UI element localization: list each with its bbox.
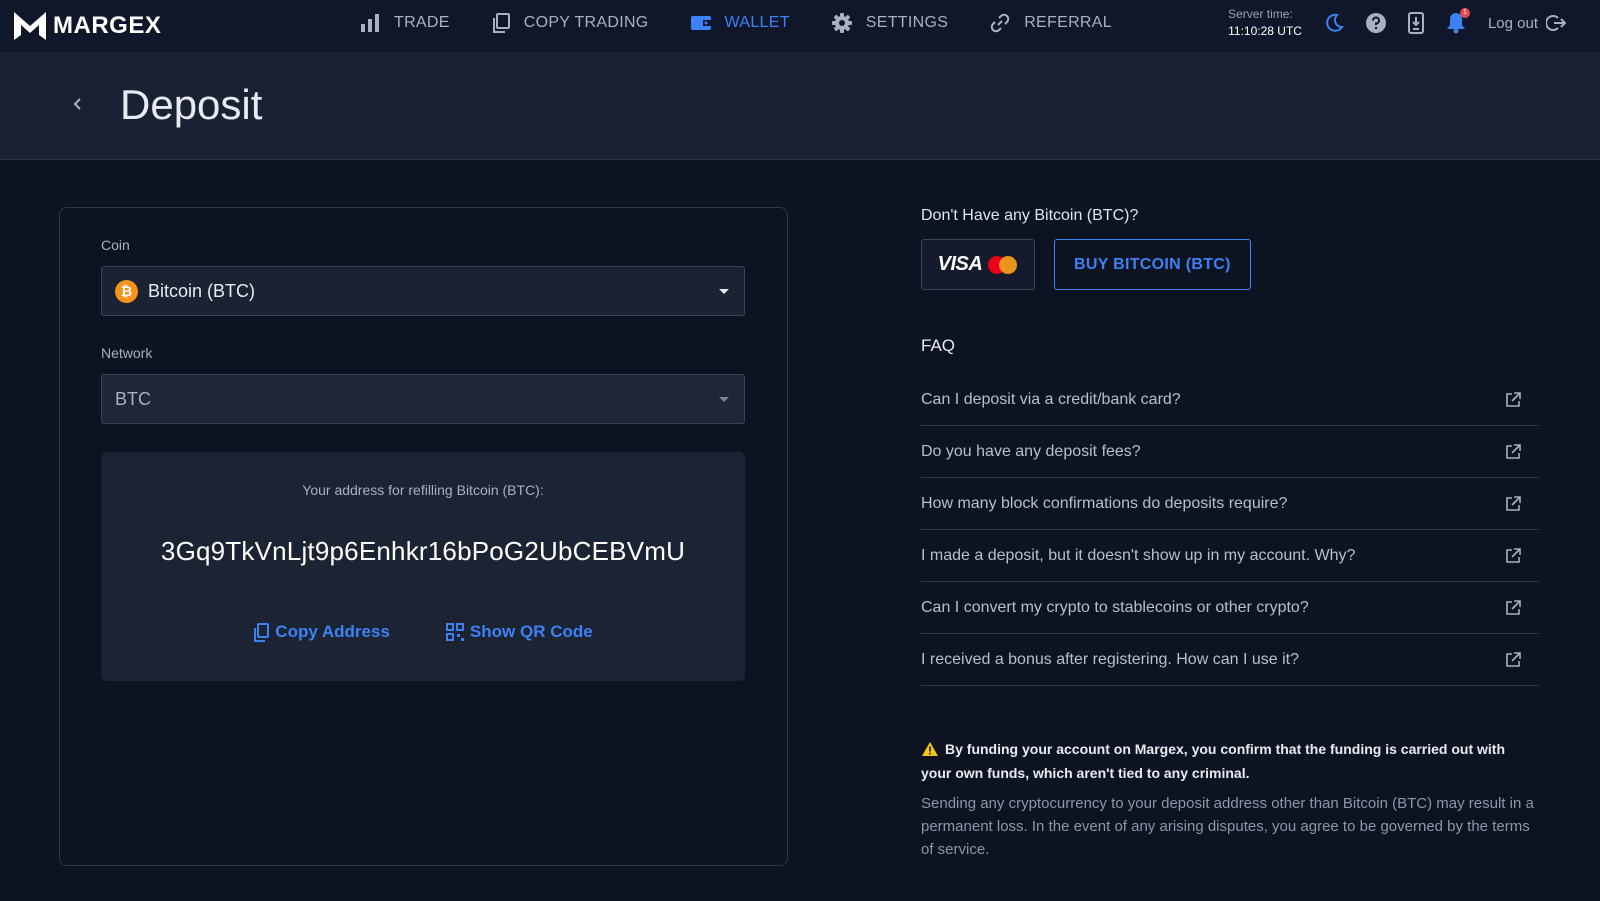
deposit-address-box: Your address for refilling Bitcoin (BTC)… (101, 452, 745, 681)
external-link-icon (1506, 651, 1521, 667)
payment-row: VISA BUY BITCOIN (BTC) (921, 239, 1539, 290)
external-link-icon (1506, 443, 1521, 459)
external-link-icon (1506, 391, 1521, 407)
faq-title: FAQ (921, 336, 956, 355)
nav-label: COPY TRADING (523, 14, 649, 31)
nav-item-wallet[interactable]: WALLET (690, 14, 790, 32)
address-label: Your address for refilling Bitcoin (BTC)… (302, 482, 544, 498)
top-right-controls: Server time: 11:10:28 UTC 1 Log out (1228, 0, 1600, 46)
buy-bitcoin-button[interactable]: BUY BITCOIN (BTC) (1054, 239, 1251, 290)
logo-text: MARGEX (53, 12, 162, 39)
coin-select-value: Bitcoin (BTC) (148, 280, 256, 301)
network-select-value: BTC (115, 388, 151, 409)
chevron-down-icon (719, 397, 729, 402)
mobile-app-button[interactable] (1407, 12, 1424, 34)
nav-label: TRADE (394, 14, 450, 31)
notification-badge: 1 (1459, 8, 1470, 18)
buy-section-title: Don't Have any Bitcoin (BTC)? (921, 207, 1139, 224)
notifications-button[interactable]: 1 (1446, 8, 1470, 34)
server-time-label: Server time: (1228, 7, 1293, 21)
mastercard-logo (988, 255, 1018, 275)
help-icon (1365, 13, 1386, 33)
faq-question: How many block confirmations do deposits… (921, 494, 1288, 512)
nav-label: REFERRAL (1024, 14, 1112, 31)
phone-download-icon (1407, 12, 1424, 34)
visa-logo: VISA (937, 253, 983, 275)
chevron-left-icon (73, 98, 81, 110)
deposit-card: Coin ₿ Bitcoin (BTC) Network BTC Your ad… (59, 207, 788, 866)
page-title: Deposit (120, 81, 263, 128)
page-header: Deposit (0, 53, 1600, 160)
address-actions: Copy Address Show QR Code (101, 622, 745, 642)
notice-warning: By funding your account on Margex, you c… (921, 737, 1539, 785)
nav-item-copy-trading[interactable]: COPY TRADING (492, 13, 649, 33)
nav-item-settings[interactable]: SETTINGS (831, 13, 949, 33)
faq-item[interactable]: Do you have any deposit fees? (921, 426, 1539, 478)
help-button[interactable] (1365, 13, 1386, 33)
back-button[interactable] (72, 97, 82, 116)
coin-select[interactable]: ₿ Bitcoin (BTC) (101, 266, 745, 316)
faq-item[interactable]: How many block confirmations do deposits… (921, 478, 1539, 530)
margex-logo[interactable]: MARGEX (13, 7, 161, 45)
bar-chart-icon (361, 14, 379, 32)
logout-label: Log out (1487, 14, 1538, 32)
show-qr-button[interactable]: Show QR Code (445, 622, 593, 642)
chevron-down-icon (719, 289, 729, 294)
wallet-icon (690, 16, 711, 30)
external-link-icon (1506, 495, 1521, 511)
faq-question: I made a deposit, but it doesn't show up… (921, 546, 1356, 564)
faq-question: Can I deposit via a credit/bank card? (921, 390, 1181, 408)
copy-address-button[interactable]: Copy Address (253, 622, 390, 642)
copy-icon (492, 13, 510, 33)
faq-question: I received a bonus after registering. Ho… (921, 650, 1299, 668)
notice-bold-text: By funding your account on Margex, you c… (921, 741, 1506, 781)
gear-icon (831, 13, 852, 33)
right-column: Don't Have any Bitcoin (BTC)? VISA BUY B… (921, 207, 1539, 861)
theme-toggle[interactable] (1324, 13, 1344, 33)
copy-icon (254, 622, 270, 642)
faq-item[interactable]: Can I convert my crypto to stablecoins o… (921, 582, 1539, 634)
faq-question: Can I convert my crypto to stablecoins o… (921, 598, 1309, 616)
deposit-address[interactable]: 3Gq9TkVnLjt9p6Enhkr16bPoG2UbCEBVmU (101, 536, 745, 567)
faq-item[interactable]: I received a bonus after registering. Ho… (921, 634, 1539, 686)
main-nav: TRADE COPY TRADING WALLET SETTINGS REFER… (360, 0, 1154, 46)
faq-question: Do you have any deposit fees? (921, 442, 1141, 460)
coin-label: Coin (101, 237, 130, 253)
nav-label: SETTINGS (865, 14, 949, 31)
server-time: Server time: 11:10:28 UTC (1228, 6, 1302, 40)
logout-icon (1546, 15, 1566, 31)
external-link-icon (1506, 599, 1521, 615)
faq-item[interactable]: I made a deposit, but it doesn't show up… (921, 530, 1539, 582)
server-time-value: 11:10:28 UTC (1228, 24, 1302, 38)
show-qr-label: Show QR Code (469, 622, 593, 641)
copy-address-label: Copy Address (275, 622, 390, 641)
faq-list: Can I deposit via a credit/bank card? Do… (921, 374, 1539, 686)
link-icon (990, 13, 1010, 33)
nav-item-trade[interactable]: TRADE (360, 14, 450, 32)
nav-label: WALLET (724, 14, 790, 31)
qr-code-icon (445, 623, 464, 641)
notice-text: Sending any cryptocurrency to your depos… (921, 795, 1534, 858)
funding-notice: By funding your account on Margex, you c… (921, 737, 1539, 861)
logout-button[interactable]: Log out (1488, 14, 1566, 32)
moon-icon (1326, 13, 1344, 32)
faq-item[interactable]: Can I deposit via a credit/bank card? (921, 374, 1539, 426)
network-label: Network (101, 345, 153, 361)
bitcoin-icon: ₿ (115, 279, 138, 303)
card-payment-button[interactable]: VISA (921, 239, 1035, 290)
network-select[interactable]: BTC (101, 374, 745, 424)
warning-icon (922, 742, 938, 756)
margex-logo-icon (14, 12, 46, 40)
external-link-icon (1506, 547, 1521, 563)
top-nav-bar: MARGEX TRADE COPY TRADING WALLET SETTING… (0, 0, 1600, 53)
nav-item-referral[interactable]: REFERRAL (990, 13, 1112, 33)
